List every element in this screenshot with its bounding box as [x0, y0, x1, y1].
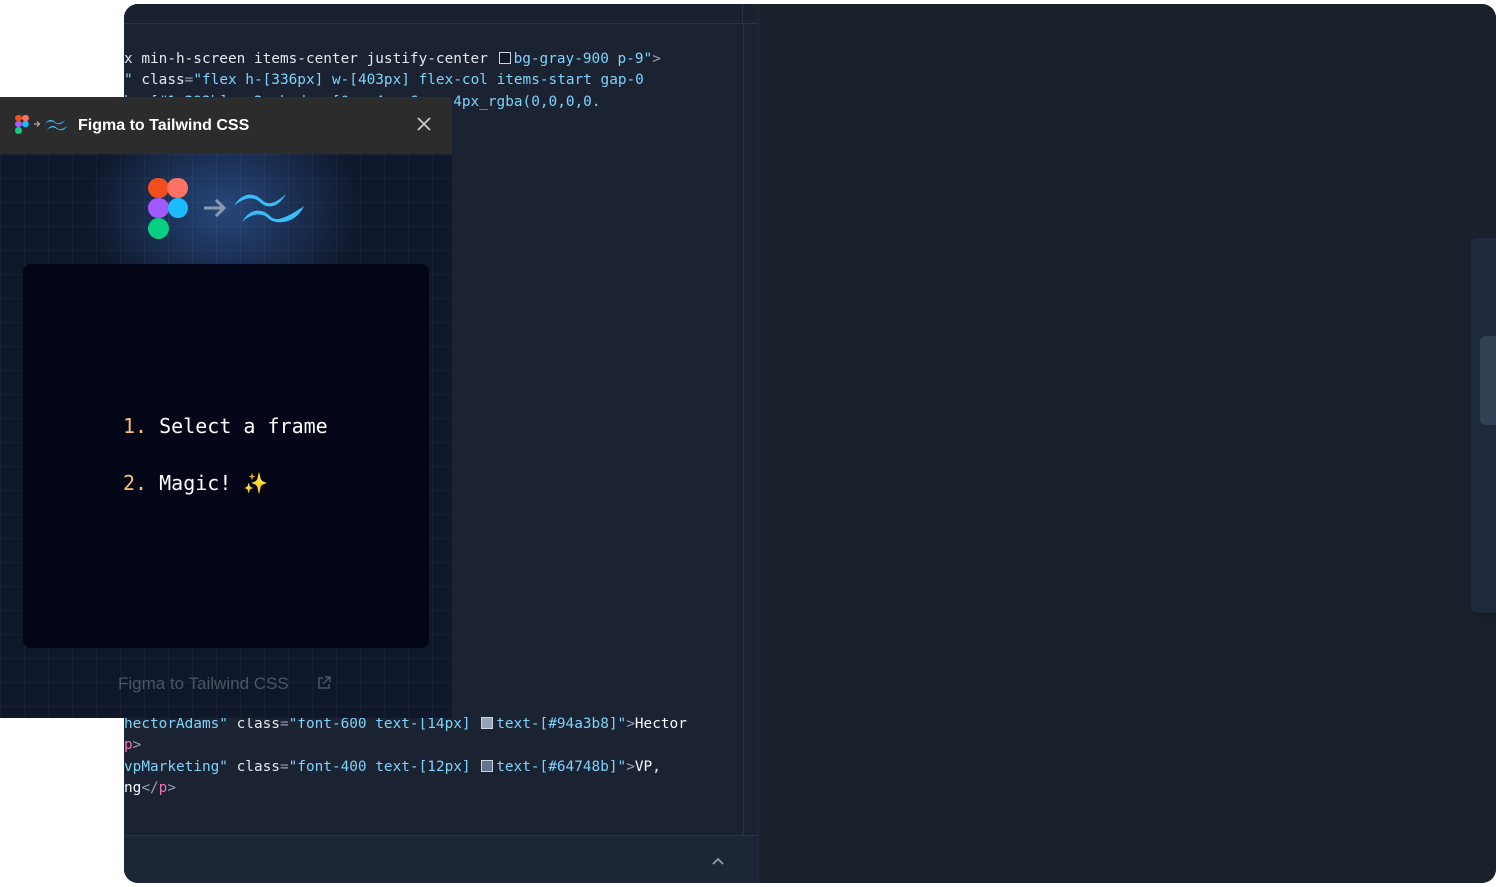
step-1-text: Select a frame — [147, 414, 328, 438]
code-token: "font-400 text-[12px] — [288, 758, 480, 775]
code-token: > — [626, 715, 635, 732]
person-row[interactable]: Hector AdamsVP, Marketing — [1480, 425, 1496, 514]
code-token: = — [279, 758, 289, 775]
figma-to-tailwind-hero-icon — [148, 178, 304, 239]
code-token: hectorAdams" — [124, 715, 228, 732]
code-token: ng — [124, 780, 142, 797]
code-token: x min-h-screen items-center justify-cent… — [124, 51, 497, 67]
steps-panel: 1. Select a frame 2. Magic! ✨ — [23, 264, 429, 648]
color-swatch — [498, 52, 511, 64]
footer-link[interactable]: Figma to Tailwind CSS — [118, 674, 289, 694]
color-swatch — [481, 759, 494, 772]
code-token: Hector — [634, 715, 687, 732]
code-token: class — [227, 715, 280, 732]
code-token: bg-gray-900 p-9" — [513, 51, 653, 67]
code-token: class — [227, 758, 280, 775]
code-line: ng</p> — [124, 778, 176, 799]
code-token: text-[#94a3b8]" — [496, 715, 627, 732]
code-token: "flex h-[336px] w-[403px] flex-col items… — [193, 72, 644, 89]
code-token: = — [279, 715, 289, 732]
plugin-body: 1. Select a frame 2. Magic! ✨ Figma to T… — [0, 154, 452, 718]
code-line: vpMarketing" class="font-400 text-[12px]… — [124, 757, 661, 778]
person-row[interactable]: Leslie AbbottCo-Founder / CEO — [1480, 336, 1496, 425]
step-1-number: 1. — [123, 414, 148, 438]
chevron-up-icon[interactable] — [712, 854, 724, 866]
code-token: > — [132, 737, 142, 754]
code-line: p> — [124, 735, 141, 756]
step-2: 2. Magic! ✨ — [123, 471, 268, 495]
code-line: x min-h-screen items-center justify-cent… — [124, 49, 661, 70]
code-bottom-bar — [124, 835, 758, 883]
plugin-logo-icon — [15, 115, 67, 134]
preview-pane: Eugenio CiccaleCo-Founder / CEOLeslie Ab… — [758, 4, 1496, 883]
close-icon[interactable] — [414, 115, 434, 135]
step-2-number: 2. — [123, 471, 148, 495]
code-token: vpMarketing" — [124, 758, 228, 775]
code-token: text-[#64748b]" — [496, 758, 627, 775]
code-token: "font-600 text-[14px] — [288, 715, 480, 732]
person-row[interactable]: Eugenio CiccaleCo-Founder / CEO — [1480, 247, 1496, 336]
person-row[interactable]: Blake AlexanderAccount Coordinator — [1480, 514, 1496, 603]
step-2-text: Magic! ✨ — [147, 471, 269, 495]
code-token: VP, — [634, 758, 661, 775]
code-token: p — [124, 737, 133, 754]
code-token: > — [626, 758, 635, 775]
code-scrollbar[interactable] — [743, 23, 744, 835]
code-token: > — [652, 51, 661, 67]
plugin-title: Figma to Tailwind CSS — [78, 117, 250, 134]
code-token: " — [124, 72, 133, 89]
people-list-card: Eugenio CiccaleCo-Founder / CEOLeslie Ab… — [1471, 238, 1496, 613]
code-token: > — [167, 780, 176, 797]
color-swatch — [481, 716, 494, 729]
external-link-icon[interactable] — [316, 675, 332, 691]
code-token: class — [132, 72, 185, 89]
code-token: </ — [141, 780, 159, 797]
step-1: 1. Select a frame — [123, 414, 328, 438]
code-line: " class="flex h-[336px] w-[403px] flex-c… — [124, 70, 644, 91]
plugin-window: Figma to Tailwind CSS 1. Select a frame … — [0, 97, 452, 718]
plugin-header: Figma to Tailwind CSS — [0, 97, 452, 155]
